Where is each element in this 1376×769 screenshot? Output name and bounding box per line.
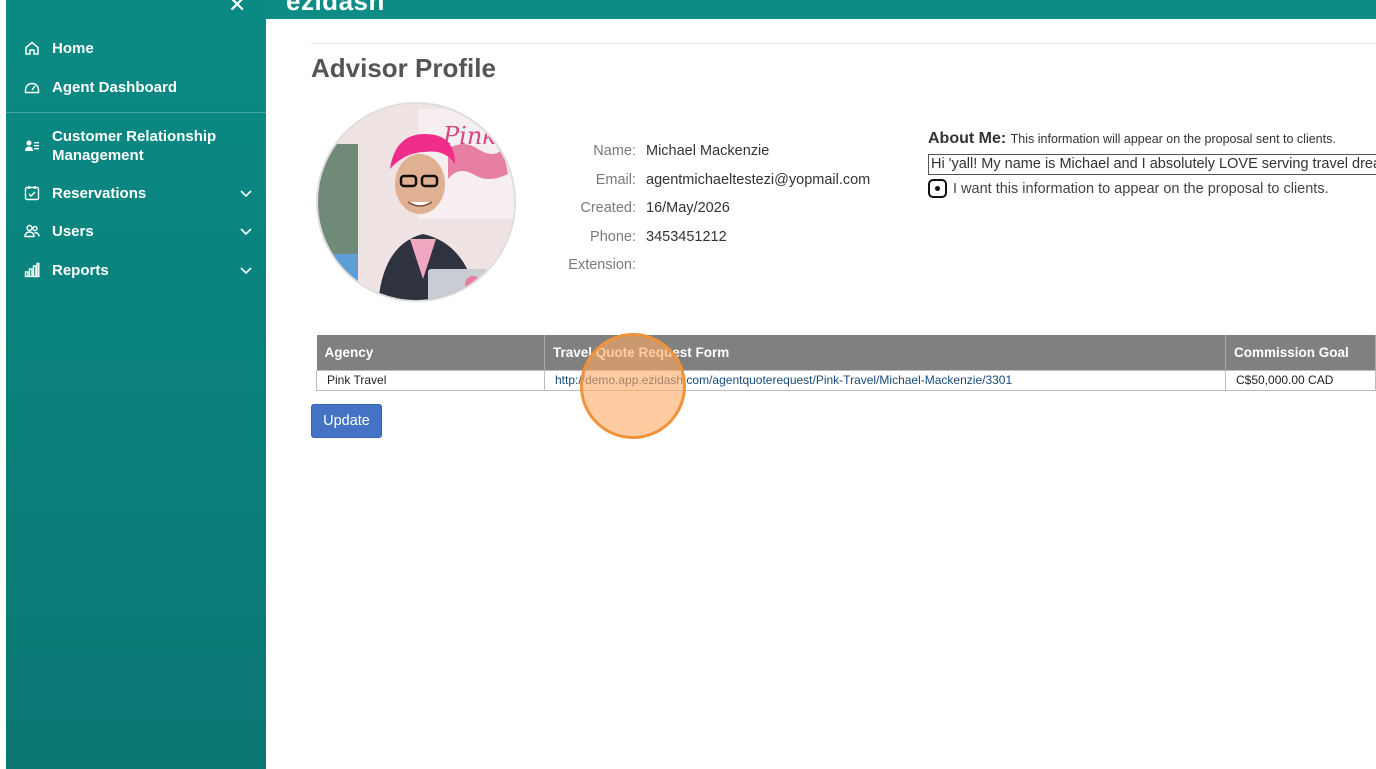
- phone-row: Phone: 3453451212: [556, 223, 870, 252]
- name-label: Name:: [593, 143, 636, 160]
- contact-card-icon: [6, 138, 52, 154]
- checked-dot-icon: [935, 186, 940, 191]
- sidebar-item-label: Users: [52, 222, 94, 240]
- phone-label: Phone:: [590, 228, 636, 245]
- sidebar-item-agent-dashboard[interactable]: Agent Dashboard: [6, 77, 266, 97]
- extension-label: Extension:: [568, 257, 636, 274]
- extension-row: Extension:: [556, 251, 870, 280]
- sidebar-item-label: Home: [52, 39, 94, 57]
- created-label: Created:: [580, 200, 636, 217]
- about-me-title: About Me:: [928, 130, 1007, 147]
- commission-goal-cell: C$50,000.00 CAD: [1225, 369, 1376, 391]
- created-row: Created: 16/May/2026: [556, 194, 870, 223]
- created-value: 16/May/2026: [646, 200, 730, 217]
- sidebar-item-home[interactable]: Home: [6, 38, 266, 58]
- sidebar-item-reports[interactable]: Reports: [6, 260, 266, 280]
- calendar-check-icon: [6, 185, 52, 201]
- close-icon[interactable]: ✕: [228, 0, 246, 18]
- column-header-quote-form: Travel Quote Request Form: [544, 335, 1226, 370]
- name-row: Name: Michael Mackenzie: [556, 137, 870, 166]
- sidebar-item-label: Reservations: [52, 184, 147, 202]
- advisor-avatar: Pink: [316, 102, 516, 302]
- chevron-down-icon[interactable]: [226, 263, 266, 277]
- gauge-icon: [6, 79, 52, 95]
- sidebar-divider: [6, 112, 266, 113]
- about-me-input[interactable]: Hi 'yall! My name is Michael and I absol…: [928, 154, 1376, 175]
- column-header-commission-goal: Commission Goal: [1225, 335, 1376, 370]
- sidebar-item-label: Customer Relationship Management: [52, 128, 217, 164]
- chevron-down-icon[interactable]: [226, 224, 266, 238]
- about-me-note: This information will appear on the prop…: [1010, 132, 1336, 146]
- show-on-proposal-label: I want this information to appear on the…: [953, 180, 1329, 197]
- agency-table: Agency Travel Quote Request Form Commiss…: [316, 335, 1376, 391]
- header-divider: [311, 43, 1376, 44]
- users-icon: [6, 223, 52, 239]
- main-content: Advisor Profile Pink Name: Michael Macke…: [266, 19, 1376, 769]
- about-me-section: About Me: This information will appear o…: [928, 130, 1376, 198]
- show-on-proposal-option[interactable]: I want this information to appear on the…: [928, 179, 1376, 198]
- email-row: Email: agentmichaeltestezi@yopmail.com: [556, 166, 871, 195]
- page-title: Advisor Profile: [311, 53, 496, 83]
- sidebar-item-label: Agent Dashboard: [52, 78, 178, 96]
- update-button[interactable]: Update: [311, 404, 382, 438]
- agency-cell: Pink Travel: [316, 369, 545, 391]
- sidebar: ✕ Home Agent Dashboard Customer Relation…: [6, 0, 266, 769]
- table-header-row: Agency Travel Quote Request Form Commiss…: [316, 335, 1376, 370]
- email-value: agentmichaeltestezi@yopmail.com: [646, 171, 871, 188]
- table-row: Pink Travel http://demo.app.ezidash.com/…: [316, 369, 1376, 391]
- sidebar-item-label: Reports: [52, 261, 109, 279]
- home-icon: [6, 40, 52, 56]
- phone-value: 3453451212: [646, 228, 727, 245]
- about-me-heading: About Me: This information will appear o…: [928, 130, 1376, 148]
- chevron-down-icon[interactable]: [226, 186, 266, 200]
- column-header-agency: Agency: [316, 335, 545, 370]
- top-bar: ezidash: [266, 0, 1376, 19]
- profile-info: Name: Michael Mackenzie Email: agentmich…: [556, 137, 870, 280]
- name-value: Michael Mackenzie: [646, 143, 770, 160]
- email-label: Email:: [595, 171, 636, 188]
- quote-form-link[interactable]: http://demo.app.ezidash.com/agentquotere…: [544, 369, 1226, 391]
- brand-logo[interactable]: ezidash: [286, 0, 385, 17]
- sidebar-item-users[interactable]: Users: [6, 221, 266, 241]
- sidebar-item-reservations[interactable]: Reservations: [6, 183, 266, 203]
- bar-chart-icon: [6, 262, 52, 278]
- sidebar-item-crm[interactable]: Customer Relationship Management: [6, 126, 266, 166]
- show-on-proposal-checkbox[interactable]: [928, 179, 947, 198]
